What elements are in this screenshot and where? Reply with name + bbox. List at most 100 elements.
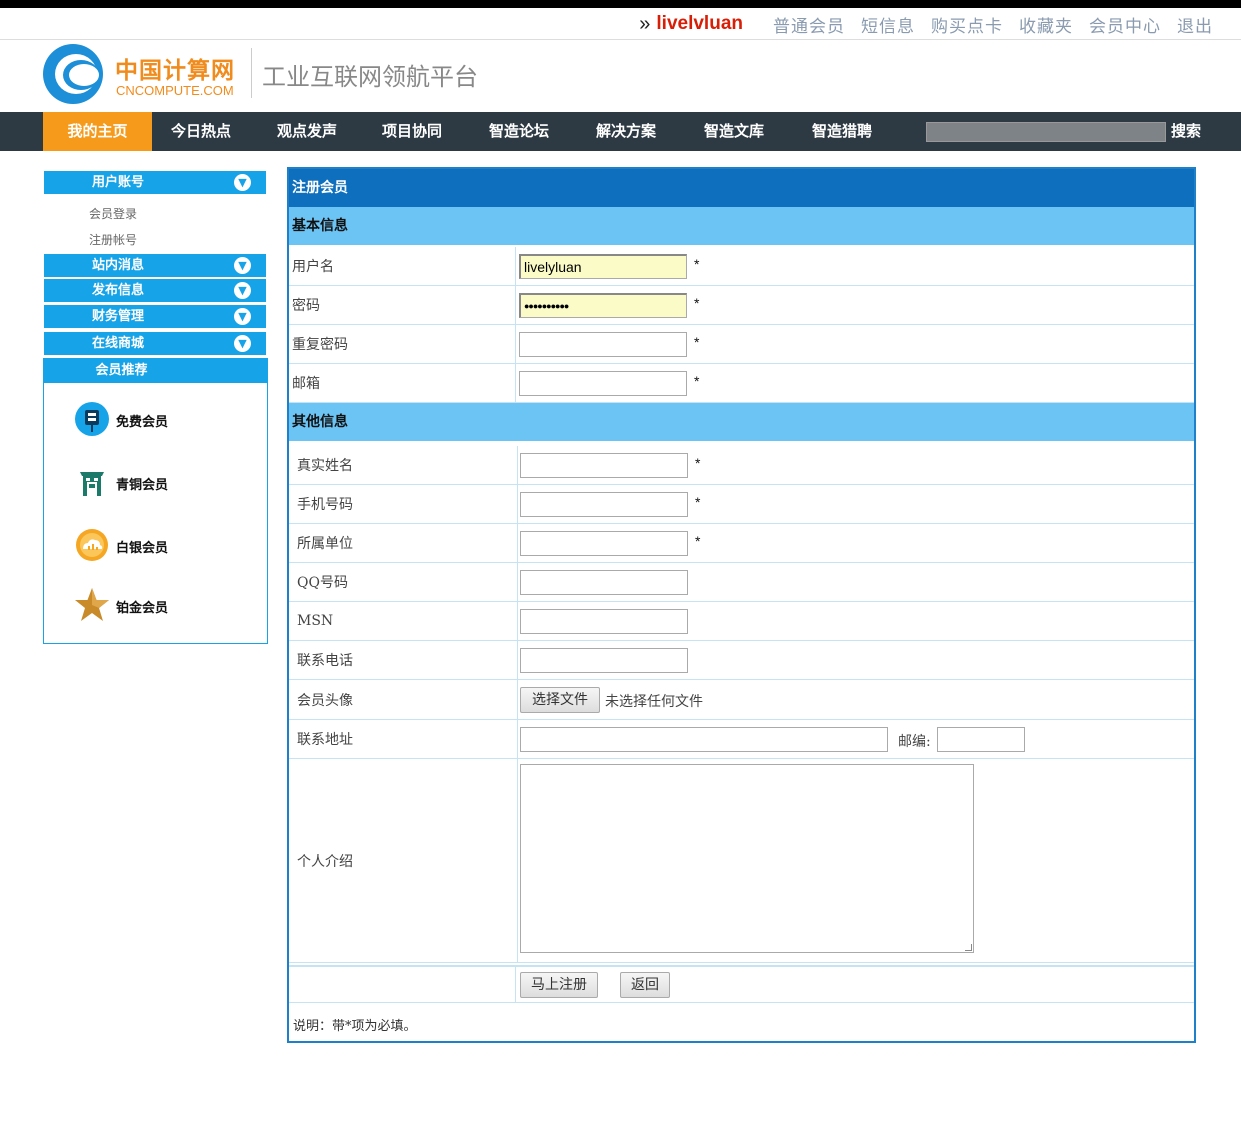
required-mark: * <box>695 494 701 510</box>
form-row-phone: 联系电话 <box>289 641 1194 680</box>
form-row-username: 用户名 livelyluan * <box>289 247 1194 286</box>
zip-field[interactable] <box>937 727 1025 752</box>
username-link[interactable]: livelvluan <box>656 13 743 35</box>
field-label: 个人介绍 <box>297 853 353 870</box>
header-divider <box>251 48 252 98</box>
member-recommend-title: 会员推荐 <box>95 363 148 378</box>
link-favorites[interactable]: 收藏夹 <box>1019 12 1073 37</box>
link-logout[interactable]: 退出 <box>1177 12 1213 37</box>
zip-label: 邮编: <box>898 734 931 750</box>
sidebar-head-account[interactable]: 用户账号 ▼ <box>44 171 266 194</box>
user-bar: » livelvluan 普通会员 短信息 购买点卡 收藏夹 会员中心 退出 <box>0 8 1241 40</box>
form-row-avatar: 会员头像 选择文件 未选择任何文件 <box>289 680 1194 720</box>
required-mark: * <box>694 256 700 272</box>
file-status: 未选择任何文件 <box>605 694 703 710</box>
mobile-field[interactable] <box>520 492 688 517</box>
password-field[interactable]: ●●●●●●●●●● <box>519 293 687 318</box>
user-links: » livelvluan 普通会员 短信息 购买点卡 收藏夹 会员中心 退出 <box>639 10 1213 38</box>
form-row-real-name: 真实姓名 * <box>289 446 1194 485</box>
sidebar-head-label: 站内消息 <box>91 258 144 273</box>
member-silver[interactable]: 白银会员 <box>74 527 254 567</box>
link-member-center[interactable]: 会员中心 <box>1089 12 1161 37</box>
search-input[interactable] <box>926 122 1166 142</box>
logo-text-en[interactable]: CNCOMPUTE.COM <box>116 83 234 98</box>
email-field[interactable] <box>519 371 687 396</box>
form-row-company: 所属单位 * <box>289 524 1194 563</box>
nav-item-opinion[interactable]: 观点发声 <box>258 112 356 151</box>
field-label: 联系电话 <box>297 653 353 669</box>
form-note: 说明：带*项为必填。 <box>293 1019 417 1034</box>
sidebar-head-messages[interactable]: 站内消息 ▼ <box>44 254 266 277</box>
field-label: 手机号码 <box>297 497 353 513</box>
site-header: 中国计算网 CNCOMPUTE.COM 工业互联网领航平台 <box>0 40 1241 112</box>
repeat-password-field[interactable] <box>519 332 687 357</box>
logo-icon[interactable] <box>43 44 103 104</box>
nav-item-solutions[interactable]: 解决方案 <box>577 112 675 151</box>
sidebar-head-label: 用户账号 <box>91 175 144 190</box>
nav-item-forum[interactable]: 智造论坛 <box>470 112 568 151</box>
username-field[interactable]: livelyluan <box>519 254 687 279</box>
form-row-msn: MSN <box>289 602 1194 641</box>
link-regular-member[interactable]: 普通会员 <box>773 12 845 37</box>
bronze-member-icon <box>80 472 104 496</box>
form-row-intro: 个人介绍 <box>289 759 1194 963</box>
link-messages[interactable]: 短信息 <box>861 12 915 37</box>
sidebar-head-finance[interactable]: 财务管理 ▼ <box>44 305 266 328</box>
form-row-address: 联系地址 邮编: <box>289 720 1194 759</box>
resize-handle-icon[interactable] <box>965 944 972 951</box>
sidebar-head-label: 在线商城 <box>91 336 144 351</box>
member-label: 白银会员 <box>116 541 169 556</box>
required-mark: * <box>695 533 701 549</box>
company-field[interactable] <box>520 531 688 556</box>
form-row-email: 邮箱 * <box>289 364 1194 403</box>
phone-field[interactable] <box>520 648 688 673</box>
sidebar-item-register[interactable]: 注册帐号 <box>89 231 137 248</box>
chevron-down-icon[interactable]: ▼ <box>234 257 251 274</box>
qq-field[interactable] <box>520 570 688 595</box>
msn-field[interactable] <box>520 609 688 634</box>
chevron-down-icon[interactable]: ▼ <box>234 282 251 299</box>
silver-member-icon <box>76 529 108 561</box>
chevron-down-icon[interactable]: ▼ <box>234 174 251 191</box>
field-label: 重复密码 <box>292 337 348 353</box>
chevron-down-icon[interactable]: ▼ <box>234 308 251 325</box>
address-field[interactable] <box>520 727 888 752</box>
search-button[interactable]: 搜索 <box>1171 112 1201 151</box>
sidebar-head-label: 发布信息 <box>91 283 144 298</box>
nav-item-jobs[interactable]: 智造猎聘 <box>793 112 891 151</box>
register-form: 注册会员 基本信息 用户名 livelyluan * 密码 ●●●●●●●●●●… <box>287 167 1196 1043</box>
nav-item-home[interactable]: 我的主页 <box>43 112 152 151</box>
raquo-icon: » <box>639 12 651 35</box>
member-bronze[interactable]: 青铜会员 <box>74 464 254 504</box>
free-member-icon <box>75 402 109 436</box>
nav-item-hot[interactable]: 今日热点 <box>152 112 250 151</box>
field-label: 所属单位 <box>297 536 353 552</box>
main-nav: 我的主页 今日热点 观点发声 项目协同 智造论坛 解决方案 智造文库 智造猎聘 … <box>0 112 1241 151</box>
field-label: 真实姓名 <box>297 458 353 474</box>
member-platinum[interactable]: 铂金会员 <box>74 587 254 627</box>
section-other-title: 其他信息 <box>289 403 1194 441</box>
back-button[interactable]: 返回 <box>620 972 670 998</box>
sidebar-head-mall[interactable]: 在线商城 ▼ <box>44 332 266 355</box>
form-title: 注册会员 <box>289 169 1194 207</box>
link-buy-card[interactable]: 购买点卡 <box>931 12 1003 37</box>
member-free[interactable]: 免费会员 <box>74 401 254 441</box>
choose-file-button[interactable]: 选择文件 <box>520 687 600 713</box>
nav-item-library[interactable]: 智造文库 <box>685 112 783 151</box>
real-name-field[interactable] <box>520 453 688 478</box>
submit-button[interactable]: 马上注册 <box>520 972 598 998</box>
sidebar-item-login[interactable]: 会员登录 <box>89 205 137 222</box>
field-label: 联系地址 <box>297 732 353 748</box>
nav-item-project[interactable]: 项目协同 <box>363 112 461 151</box>
form-row-mobile: 手机号码 * <box>289 485 1194 524</box>
sidebar-head-publish[interactable]: 发布信息 ▼ <box>44 279 266 302</box>
top-black-strip <box>0 0 1241 8</box>
chevron-down-icon[interactable]: ▼ <box>234 335 251 352</box>
sidebar-head-label: 财务管理 <box>91 309 144 324</box>
site-slogan: 工业互联网领航平台 <box>262 63 478 91</box>
form-row-repeat-password: 重复密码 * <box>289 325 1194 364</box>
intro-textarea[interactable] <box>520 764 974 953</box>
field-label: 邮箱 <box>292 376 320 392</box>
member-label: 免费会员 <box>116 415 169 430</box>
logo-text-cn[interactable]: 中国计算网 <box>115 51 235 85</box>
